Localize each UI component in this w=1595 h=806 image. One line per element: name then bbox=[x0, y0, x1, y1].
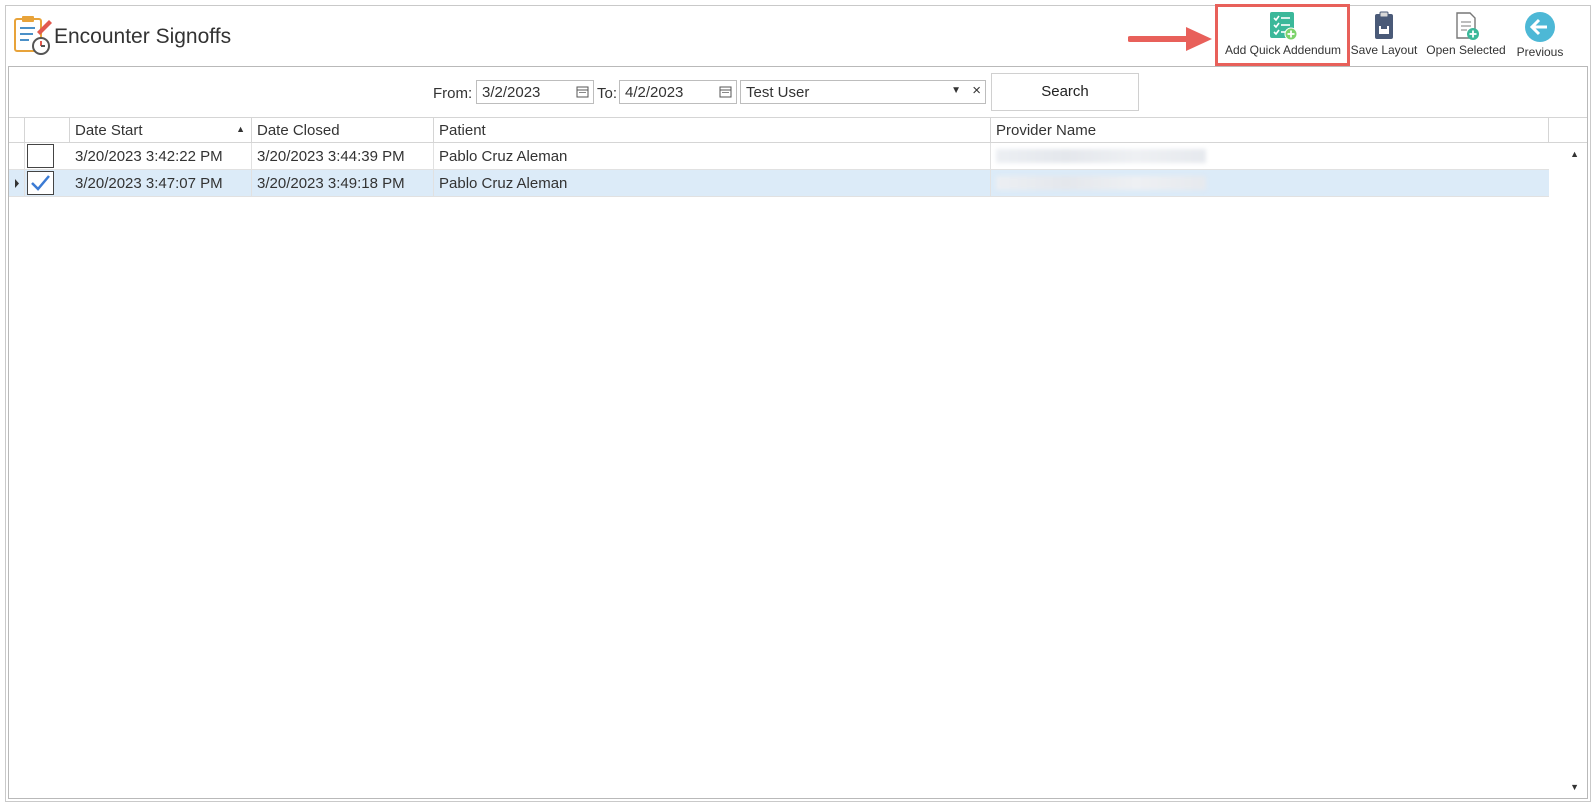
scroll-up-icon[interactable]: ▲ bbox=[1570, 149, 1579, 159]
header: Encounter Signoffs Add Quick Addendum Sa… bbox=[6, 4, 1592, 68]
search-button[interactable]: Search bbox=[991, 73, 1139, 111]
column-header-label: Date Closed bbox=[257, 122, 340, 139]
arrow-left-circle-icon bbox=[1514, 11, 1566, 43]
save-layout-button[interactable]: Save Layout bbox=[1350, 8, 1418, 64]
checklist-add-icon bbox=[1222, 11, 1344, 41]
cell-provider-name bbox=[991, 170, 1549, 197]
previous-button[interactable]: Previous bbox=[1514, 8, 1566, 64]
chevron-down-icon[interactable]: ▼ bbox=[951, 85, 961, 96]
clipboard-save-icon bbox=[1350, 11, 1418, 41]
page-title: Encounter Signoffs bbox=[54, 25, 232, 48]
checkmark-icon bbox=[31, 175, 50, 191]
encounter-signoffs-window: Encounter Signoffs Add Quick Addendum Sa… bbox=[5, 4, 1592, 802]
from-date-field[interactable]: 3/2/2023 bbox=[476, 80, 594, 104]
redacted-text bbox=[996, 149, 1206, 163]
column-header-label: Date Start bbox=[75, 122, 143, 139]
column-header-provider-name[interactable]: Provider Name bbox=[991, 118, 1549, 143]
calendar-icon[interactable] bbox=[719, 85, 732, 102]
row-checkbox[interactable] bbox=[27, 171, 54, 195]
row-checkbox[interactable] bbox=[27, 144, 54, 168]
scroll-down-icon[interactable]: ▼ bbox=[1570, 782, 1579, 792]
grid-panel: From: 3/2/2023 To: 4/2/2023 Test User ▼ … bbox=[8, 66, 1588, 799]
to-date-value: 4/2/2023 bbox=[625, 84, 684, 101]
from-label: From: bbox=[433, 85, 473, 102]
from-date-value: 3/2/2023 bbox=[482, 84, 541, 101]
table-row[interactable]: 3/20/2023 3:47:07 PM 3/20/2023 3:49:18 P… bbox=[9, 170, 1549, 197]
cell-date-start: 3/20/2023 3:47:07 PM bbox=[70, 170, 252, 197]
checkbox-header bbox=[25, 118, 70, 143]
red-arrow-icon bbox=[1127, 26, 1214, 57]
filter-bar: From: 3/2/2023 To: 4/2/2023 Test User ▼ … bbox=[9, 67, 1587, 117]
cell-patient: Pablo Cruz Aleman bbox=[434, 143, 991, 170]
table-header: Date Start ▲ Date Closed Patient Provide… bbox=[9, 117, 1587, 143]
redacted-text bbox=[996, 176, 1206, 190]
row-indicator bbox=[9, 143, 25, 170]
open-selected-label: Open Selected bbox=[1426, 43, 1506, 57]
column-header-label: Provider Name bbox=[996, 122, 1097, 139]
column-header-date-closed[interactable]: Date Closed bbox=[252, 118, 434, 143]
row-indicator bbox=[9, 170, 25, 197]
add-quick-addendum-button[interactable]: Add Quick Addendum bbox=[1222, 8, 1344, 64]
table-row[interactable]: 3/20/2023 3:42:22 PM 3/20/2023 3:44:39 P… bbox=[9, 143, 1549, 170]
cell-provider-name bbox=[991, 143, 1549, 170]
cell-date-closed: 3/20/2023 3:44:39 PM bbox=[252, 143, 434, 170]
calendar-icon[interactable] bbox=[576, 85, 589, 102]
add-quick-addendum-label: Add Quick Addendum bbox=[1224, 43, 1342, 57]
user-select-value: Test User bbox=[746, 84, 810, 101]
cell-patient: Pablo Cruz Aleman bbox=[434, 170, 991, 197]
to-label: To: bbox=[597, 85, 618, 102]
column-header-label: Patient bbox=[439, 122, 486, 139]
cell-date-closed: 3/20/2023 3:49:18 PM bbox=[252, 170, 434, 197]
clear-icon[interactable]: × bbox=[972, 82, 981, 99]
clipboard-clock-icon bbox=[11, 14, 53, 56]
column-header-patient[interactable]: Patient bbox=[434, 118, 991, 143]
sort-ascending-icon: ▲ bbox=[236, 124, 245, 134]
user-select[interactable]: Test User ▼ × bbox=[740, 80, 986, 104]
document-add-icon bbox=[1426, 11, 1506, 41]
column-header-date-start[interactable]: Date Start ▲ bbox=[70, 118, 252, 143]
to-date-field[interactable]: 4/2/2023 bbox=[619, 80, 737, 104]
indicator-header bbox=[9, 118, 25, 143]
open-selected-button[interactable]: Open Selected bbox=[1426, 8, 1506, 64]
save-layout-label: Save Layout bbox=[1350, 43, 1418, 57]
current-row-arrow-icon bbox=[15, 179, 19, 188]
previous-label: Previous bbox=[1516, 45, 1564, 59]
cell-date-start: 3/20/2023 3:42:22 PM bbox=[70, 143, 252, 170]
